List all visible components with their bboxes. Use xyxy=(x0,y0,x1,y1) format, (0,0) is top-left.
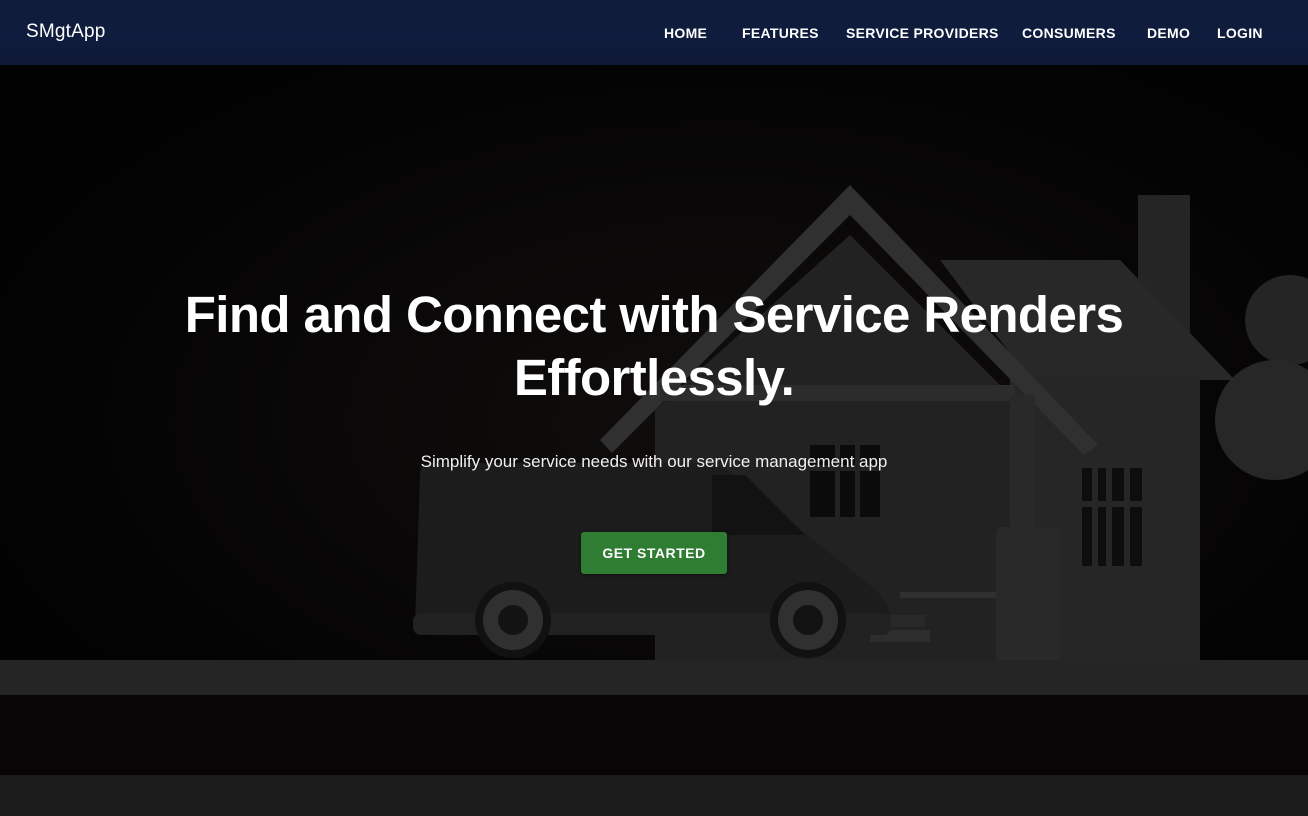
landing-page: SMgtApp HOME FEATURES SERVICE PROVIDERS … xyxy=(0,0,1308,816)
hero-headline-line-2: Effortlessly. xyxy=(513,349,795,406)
get-started-button[interactable]: GET STARTED xyxy=(581,532,727,574)
nav-consumers-link[interactable]: CONSUMERS xyxy=(1022,25,1116,41)
nav-features-link[interactable]: FEATURES xyxy=(742,25,819,41)
hero-headline: Find and Connect with Service Renders Ef… xyxy=(0,283,1308,409)
top-navbar: SMgtApp HOME FEATURES SERVICE PROVIDERS … xyxy=(0,0,1308,65)
hero-headline-line-1: Find and Connect with Service Renders xyxy=(184,286,1124,343)
nav-service-providers-link[interactable]: SERVICE PROVIDERS xyxy=(846,25,999,41)
nav-demo-link[interactable]: DEMO xyxy=(1147,25,1190,41)
hero-section: Find and Connect with Service Renders Ef… xyxy=(0,65,1308,775)
hero-dim-overlay xyxy=(0,65,1308,775)
nav-login-link[interactable]: LOGIN xyxy=(1217,25,1263,41)
brand-logo[interactable]: SMgtApp xyxy=(26,21,106,43)
section-below-hero xyxy=(0,775,1308,816)
hero-subtitle: Simplify your service needs with our ser… xyxy=(420,452,888,471)
nav-home-link[interactable]: HOME xyxy=(664,25,707,41)
